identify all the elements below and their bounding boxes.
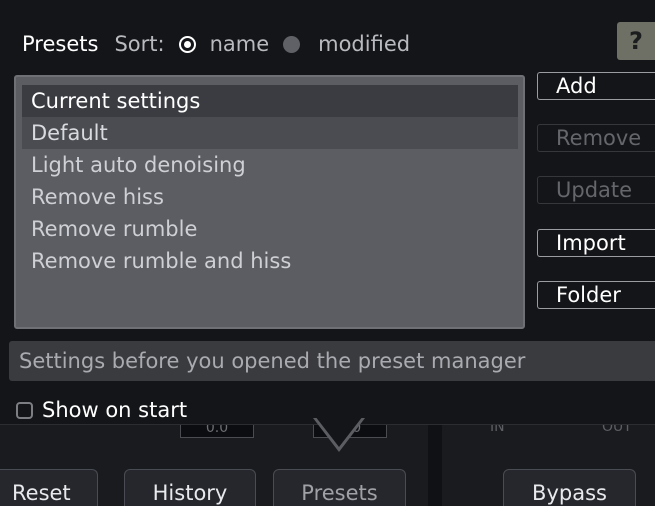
preset-item-remove-rumble-and-hiss[interactable]: Remove rumble and hiss xyxy=(22,245,518,277)
preset-item-current-settings[interactable]: Current settings xyxy=(22,85,518,117)
sort-name-radio[interactable] xyxy=(178,35,196,53)
sort-name-label[interactable]: name xyxy=(210,32,270,56)
show-on-start-checkbox[interactable] xyxy=(16,401,33,419)
preset-item-light-auto-denoising[interactable]: Light auto denoising xyxy=(22,149,518,181)
popup-pointer-arrow xyxy=(313,416,365,452)
panel-divider xyxy=(428,420,442,506)
sort-modified-label[interactable]: modified xyxy=(318,32,410,56)
folder-button[interactable]: Folder xyxy=(537,281,655,309)
preset-manager-popup: Presets Sort: name modified ? Current se… xyxy=(0,0,655,425)
preset-item-remove-hiss[interactable]: Remove hiss xyxy=(22,181,518,213)
history-button[interactable]: History xyxy=(124,469,256,506)
bypass-button[interactable]: Bypass xyxy=(503,469,636,506)
add-button[interactable]: Add xyxy=(537,72,655,100)
presets-button[interactable]: Presets xyxy=(273,469,406,506)
value-readout-left: 0.0 xyxy=(180,423,254,438)
remove-button[interactable]: Remove xyxy=(537,124,655,152)
update-button[interactable]: Update xyxy=(537,176,655,204)
show-on-start-label: Show on start xyxy=(42,398,188,422)
import-button[interactable]: Import xyxy=(537,229,655,257)
preset-list[interactable]: Current settings Default Light auto deno… xyxy=(14,75,525,329)
preset-item-remove-rumble[interactable]: Remove rumble xyxy=(22,213,518,245)
help-button[interactable]: ? xyxy=(617,22,655,60)
show-on-start-toggle[interactable]: Show on start xyxy=(16,396,187,424)
plugin-window: 0.0 0.0 IN OUT Reset History Presets Byp… xyxy=(0,0,655,506)
sort-modified-radio[interactable] xyxy=(283,35,301,53)
preset-description-field[interactable]: Settings before you opened the preset ma… xyxy=(9,341,655,381)
preset-item-default[interactable]: Default xyxy=(22,117,518,149)
sort-label: Sort: xyxy=(114,32,165,56)
presets-title: Presets xyxy=(22,32,99,56)
preset-header: Presets Sort: name modified xyxy=(22,26,416,62)
reset-button[interactable]: Reset xyxy=(0,469,98,506)
